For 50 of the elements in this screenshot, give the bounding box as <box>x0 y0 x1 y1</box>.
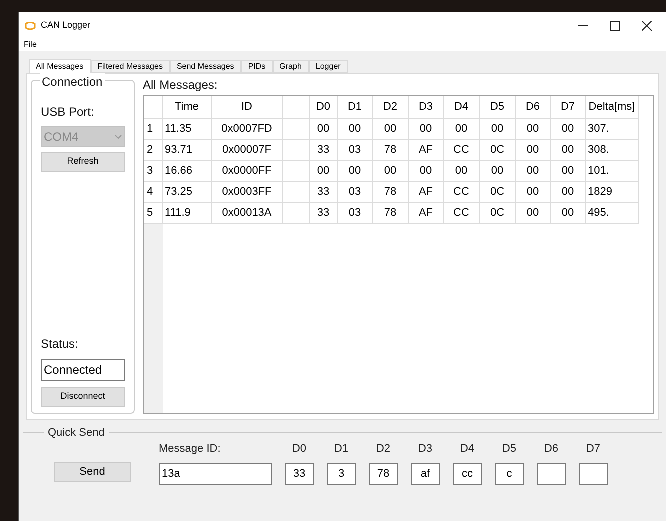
menu-item[interactable]: File <box>24 39 37 51</box>
table-cell: 00 <box>551 203 586 224</box>
byte-field[interactable] <box>537 463 566 485</box>
refresh-button[interactable]: Refresh <box>41 152 125 172</box>
byte-label: D5 <box>502 442 517 457</box>
byte-field[interactable]: 78 <box>369 463 398 485</box>
table-cell: 00 <box>516 203 551 224</box>
byte-field[interactable]: 33 <box>285 463 314 485</box>
app-logo-icon <box>25 22 36 30</box>
messages-title: All Messages: <box>143 78 219 92</box>
table-cell: 111.9 <box>163 203 212 224</box>
byte-field[interactable]: 3 <box>327 463 356 485</box>
byte-field[interactable]: af <box>411 463 440 485</box>
group-title: Quick Send <box>44 425 109 442</box>
byte-label: D4 <box>460 442 475 457</box>
byte-field[interactable]: cc <box>453 463 482 485</box>
tab[interactable]: Filtered Messages <box>90 60 170 73</box>
table-cell <box>283 203 310 224</box>
tab[interactable]: Logger <box>308 60 348 73</box>
tab[interactable]: Send Messages <box>170 60 242 73</box>
table-cell: 03 <box>338 203 373 224</box>
disconnect-button[interactable]: Disconnect <box>41 387 125 407</box>
close-icon[interactable] <box>642 20 652 30</box>
byte-label: D6 <box>544 442 559 457</box>
status-label: Status: <box>41 336 80 353</box>
chevron-down-icon <box>115 134 122 138</box>
table-cell: 0C <box>480 203 516 224</box>
table-cell: 33 <box>310 203 338 224</box>
table-cell: AF <box>409 203 444 224</box>
message-id-label: Message ID: <box>159 442 222 457</box>
window-title: CAN Logger <box>41 18 91 32</box>
byte-field[interactable]: c <box>495 463 524 485</box>
byte-label: D0 <box>292 442 307 457</box>
table-cell: 78 <box>373 203 409 224</box>
tab[interactable]: PIDs <box>241 60 273 73</box>
table-cell: 495. <box>586 203 639 224</box>
status-field: Connected <box>41 359 125 381</box>
table-cell: 0x00013A <box>212 203 283 224</box>
byte-label: D2 <box>376 442 391 457</box>
byte-label: D3 <box>418 442 433 457</box>
byte-label: D7 <box>586 442 601 457</box>
table-cell: CC <box>444 203 480 224</box>
port-label: USB Port: <box>41 104 96 121</box>
maximize-icon[interactable] <box>610 20 620 30</box>
byte-field[interactable] <box>579 463 608 485</box>
tab[interactable]: Graph <box>272 60 309 73</box>
byte-label: D1 <box>334 442 349 457</box>
message-id-field[interactable]: 13a <box>159 463 272 485</box>
tab[interactable]: All Messages <box>29 59 91 73</box>
send-button[interactable]: Send <box>54 462 131 482</box>
